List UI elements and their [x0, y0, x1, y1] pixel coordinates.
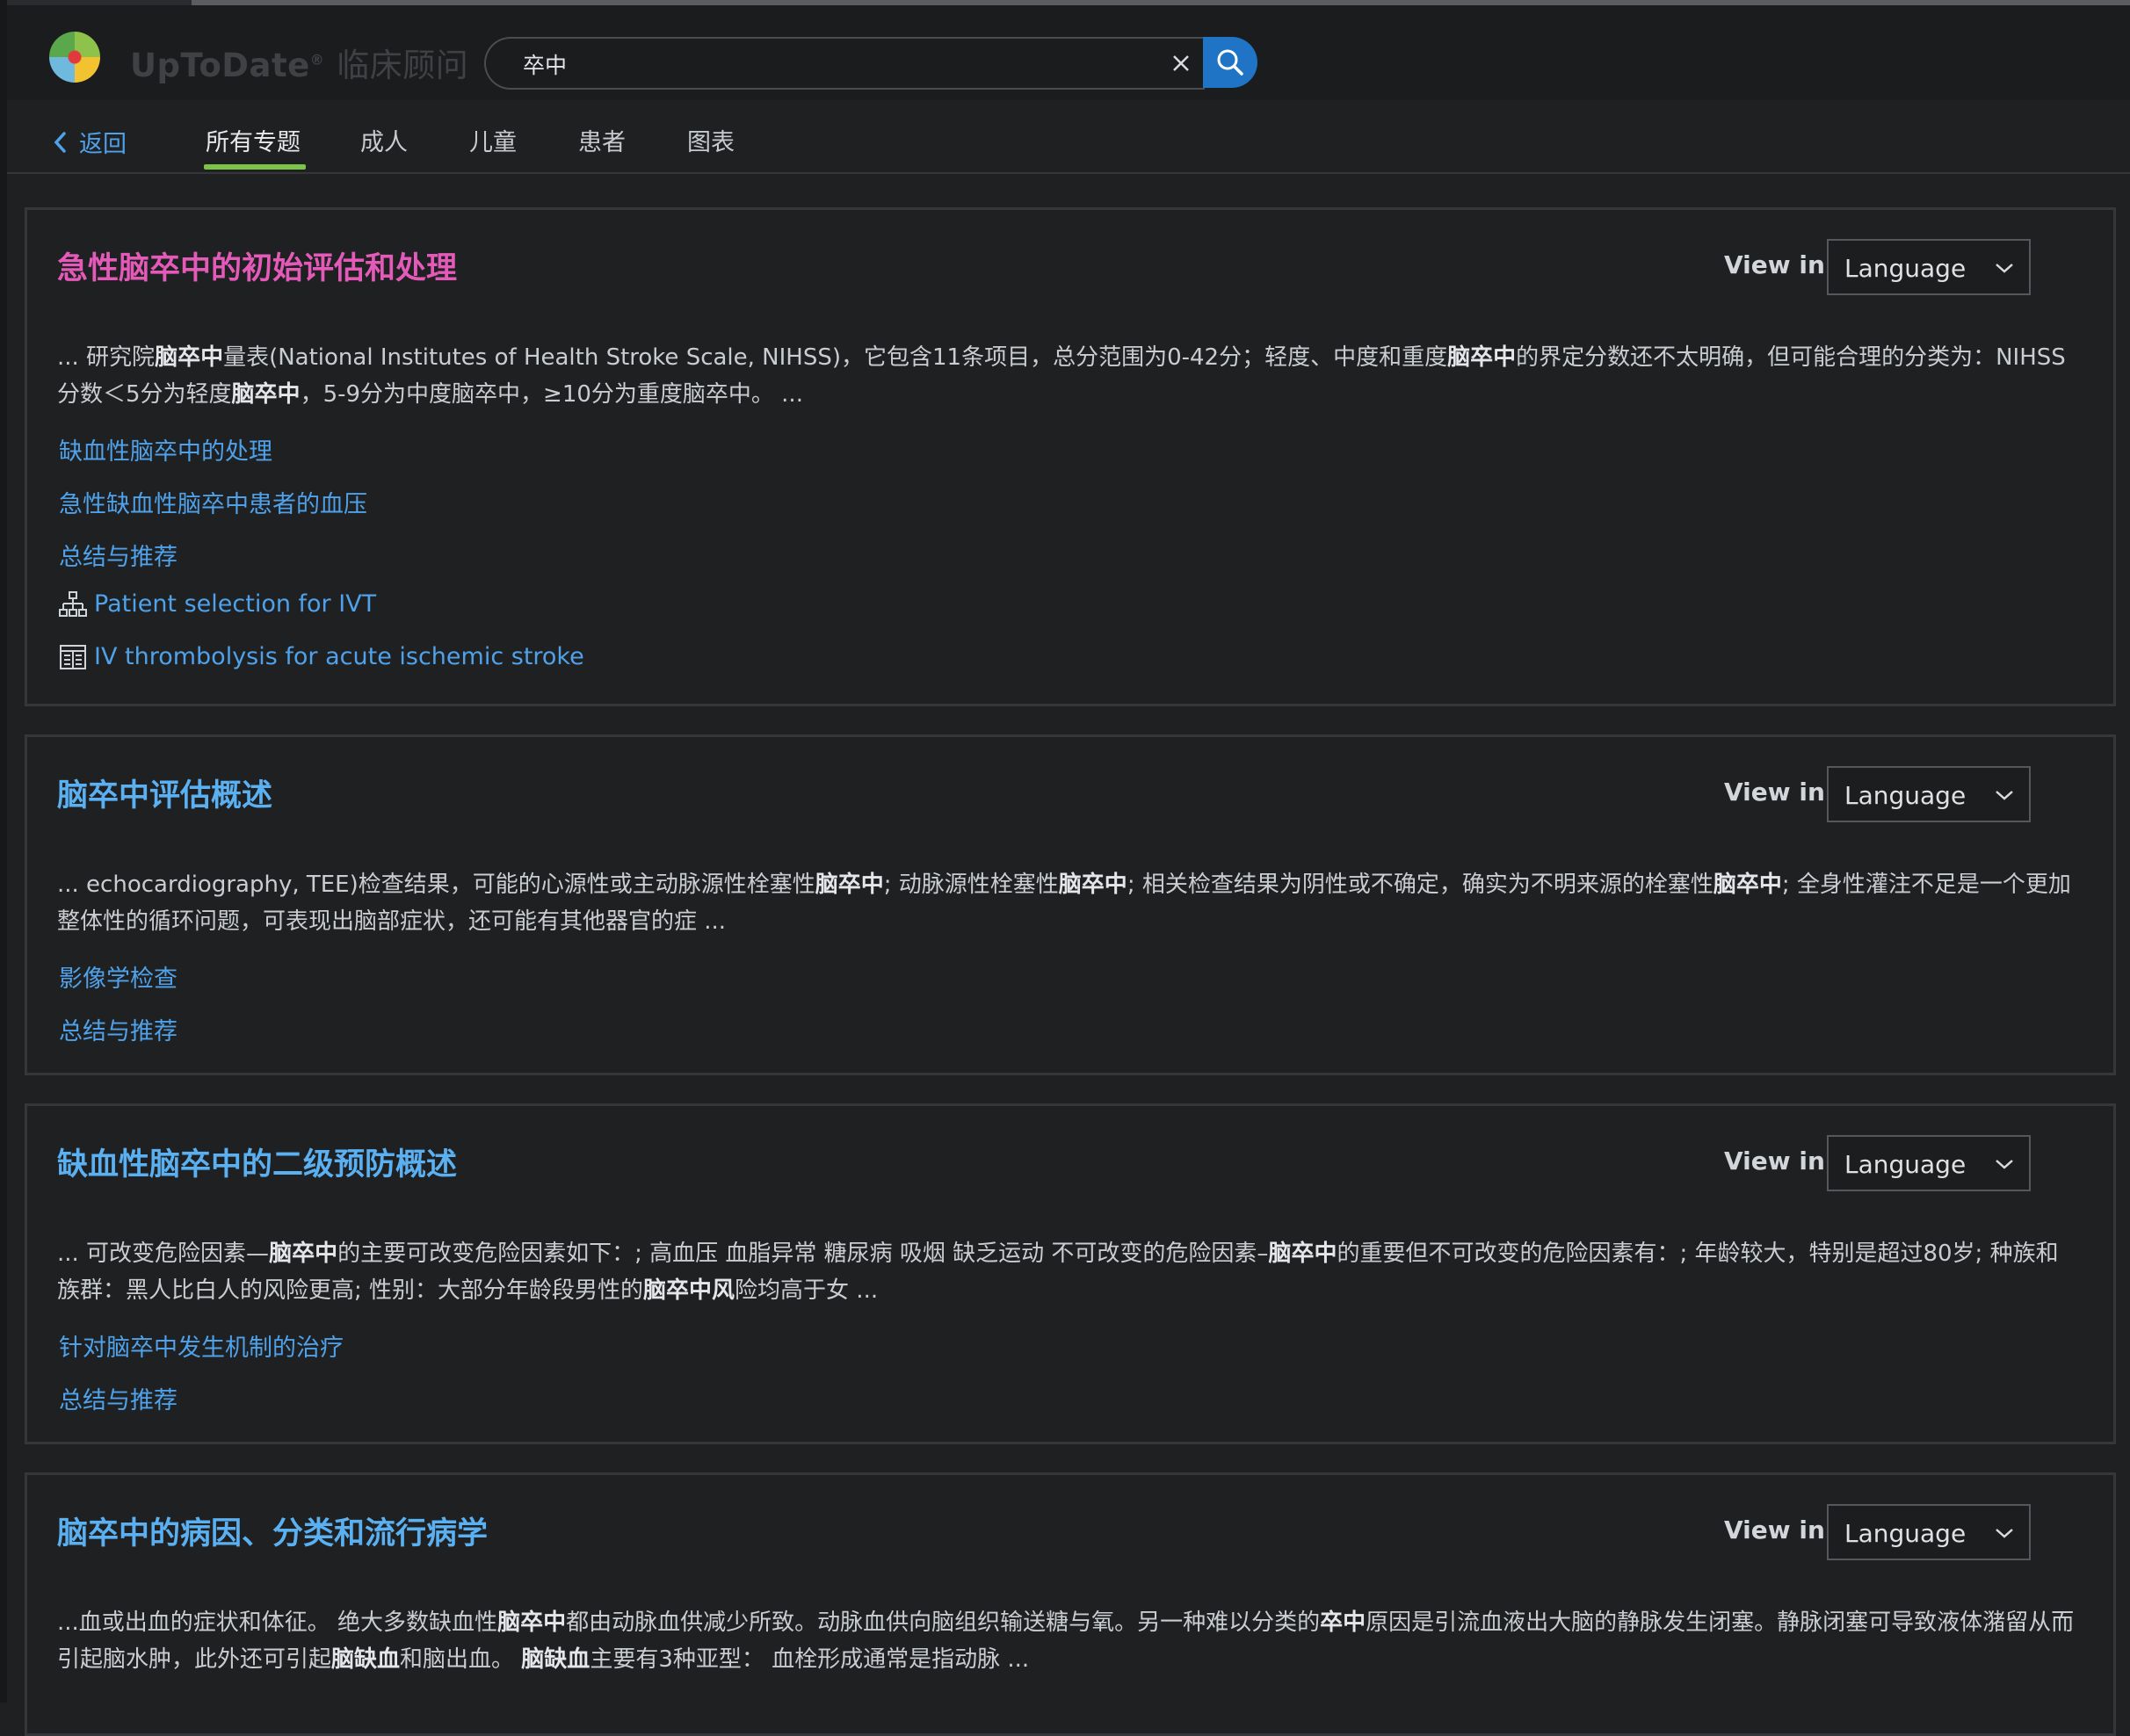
- highlighted-term: 脑卒中: [815, 872, 884, 898]
- view-in-label: View in: [1724, 1515, 1825, 1544]
- search-input[interactable]: [521, 46, 1122, 83]
- highlighted-term: 脑卒中: [1058, 872, 1127, 898]
- language-select[interactable]: Language: [1827, 766, 2031, 822]
- language-select[interactable]: Language: [1827, 239, 2031, 295]
- brand-text: UpToDate: [130, 47, 310, 84]
- result-card: 急性脑卒中的初始评估和处理 View in Language ... 研究院脑卒…: [25, 207, 2116, 706]
- graphic-link-label: IV thrombolysis for acute ischemic strok…: [94, 643, 584, 670]
- result-snippet: ...血或出血的症状和体征。 绝大多数缺血性脑卒中都由动脉血供减少所致。动脉血供…: [57, 1609, 2075, 1673]
- tab-all-topics[interactable]: 所有专题: [206, 123, 301, 157]
- result-title-link[interactable]: 脑卒中评估概述: [57, 770, 272, 815]
- back-link[interactable]: 返回: [53, 125, 127, 159]
- result-title-link[interactable]: 急性脑卒中的初始评估和处理: [57, 243, 457, 288]
- table-icon: [60, 644, 86, 669]
- topic-nav: 返回 所有专题 成人 儿童 患者 图表: [7, 100, 2130, 174]
- chevron-down-icon: [1996, 791, 2013, 800]
- app-header: UpToDate® 临床顾问: [7, 5, 2130, 100]
- result-snippet: ... 研究院脑卒中量表(National Institutes of Heal…: [57, 344, 2066, 408]
- highlighted-term: 脑卒中: [1713, 872, 1782, 898]
- result-title-link[interactable]: 缺血性脑卒中的二级预防概述: [57, 1139, 457, 1184]
- graphic-link[interactable]: IV thrombolysis for acute ischemic strok…: [59, 643, 584, 670]
- tab-patient[interactable]: 患者: [578, 123, 626, 157]
- view-in-label: View in: [1724, 250, 1825, 279]
- active-tab-indicator: [204, 164, 306, 170]
- algorithm-icon: [59, 590, 87, 617]
- search-button[interactable]: [1203, 37, 1257, 88]
- highlighted-term: 脑卒中: [155, 344, 224, 371]
- section-link[interactable]: 影像学检查: [59, 959, 178, 994]
- highlighted-term: 脑卒中: [497, 1609, 567, 1636]
- highlighted-term: 脑卒中: [1268, 1241, 1337, 1267]
- tab-graphics[interactable]: 图表: [687, 123, 735, 157]
- highlighted-term: 脑卒中: [1447, 344, 1517, 371]
- clear-icon[interactable]: [1168, 50, 1194, 76]
- tab-pediatric[interactable]: 儿童: [469, 123, 517, 157]
- language-select-label: Language: [1844, 254, 1967, 283]
- chevron-left-icon: [54, 131, 66, 153]
- chevron-down-icon: [1996, 1529, 2013, 1538]
- section-link[interactable]: 针对脑卒中发生机制的治疗: [59, 1328, 344, 1363]
- highlighted-term: 卒中: [1320, 1609, 1366, 1636]
- language-select[interactable]: Language: [1827, 1135, 2031, 1191]
- result-card: 缺血性脑卒中的二级预防概述 View in Language ... 可改变危险…: [25, 1103, 2116, 1444]
- graphic-link[interactable]: Patient selection for IVT: [59, 590, 376, 618]
- result-card: 脑卒中的病因、分类和流行病学 View in Language ...血或出血的…: [25, 1472, 2116, 1736]
- highlighted-term: 脑缺血: [521, 1646, 590, 1673]
- section-link[interactable]: 总结与推荐: [59, 538, 178, 572]
- section-link[interactable]: 总结与推荐: [59, 1381, 178, 1415]
- brand-name: UpToDate® 临床顾问: [130, 39, 468, 86]
- result-snippet: ... echocardiography, TEE)检查结果，可能的心源性或主动…: [57, 872, 2071, 935]
- result-card: 脑卒中评估概述 View in Language ... echocardiog…: [25, 734, 2116, 1075]
- language-select-label: Language: [1844, 1150, 1967, 1179]
- search-box: [484, 37, 1205, 90]
- chevron-down-icon: [1996, 1160, 2013, 1169]
- brand-cn: 临床顾问: [337, 47, 469, 84]
- brand-registered-mark: ®: [309, 51, 325, 69]
- uptodate-logo-icon: [49, 32, 100, 83]
- window-left-edge: [0, 0, 7, 1703]
- result-title-link[interactable]: 脑卒中的病因、分类和流行病学: [57, 1508, 488, 1553]
- search-icon: [1217, 49, 1243, 76]
- view-in-label: View in: [1724, 778, 1825, 807]
- section-link[interactable]: 总结与推荐: [59, 1012, 178, 1046]
- graphic-link-label: Patient selection for IVT: [94, 590, 377, 618]
- back-label: 返回: [79, 131, 127, 158]
- highlighted-term: 脑缺血: [331, 1646, 401, 1673]
- language-select[interactable]: Language: [1827, 1504, 2031, 1560]
- highlighted-term: 脑卒中风: [643, 1277, 735, 1304]
- section-link[interactable]: 缺血性脑卒中的处理: [59, 432, 272, 467]
- highlighted-term: 脑卒中: [231, 381, 301, 408]
- section-link[interactable]: 急性缺血性脑卒中患者的血压: [59, 485, 367, 519]
- result-snippet: ... 可改变危险因素—脑卒中的主要可改变危险因素如下：; 高血压 血脂异常 糖…: [57, 1241, 2059, 1304]
- tab-adult[interactable]: 成人: [360, 123, 408, 157]
- language-select-label: Language: [1844, 1519, 1967, 1548]
- chevron-down-icon: [1996, 264, 2013, 273]
- language-select-label: Language: [1844, 781, 1967, 810]
- highlighted-term: 脑卒中: [269, 1241, 338, 1267]
- view-in-label: View in: [1724, 1146, 1825, 1175]
